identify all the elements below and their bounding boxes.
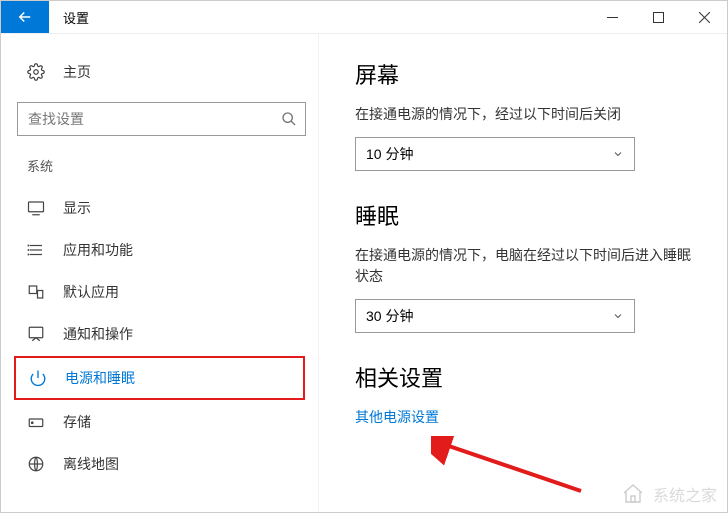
sidebar-group-label: 系统 [13, 150, 310, 187]
sidebar-item-offline-maps[interactable]: 离线地图 [13, 443, 310, 485]
search-icon [281, 111, 297, 127]
sidebar-item-label: 电源和睡眠 [65, 368, 135, 388]
default-apps-icon [27, 283, 45, 301]
sidebar-item-label: 默认应用 [63, 282, 119, 302]
titlebar: 设置 [1, 1, 727, 34]
search-input[interactable] [28, 111, 281, 127]
sidebar-home[interactable]: 主页 [13, 52, 310, 92]
maximize-icon [653, 12, 664, 23]
section-title-screen: 屏幕 [355, 58, 697, 90]
window-title: 设置 [49, 1, 89, 33]
chevron-down-icon [612, 310, 624, 322]
close-button[interactable] [681, 1, 727, 33]
watermark: 系统之家 [619, 482, 717, 506]
sidebar-item-default-apps[interactable]: 默认应用 [13, 271, 310, 313]
globe-icon [27, 455, 45, 473]
maximize-button[interactable] [635, 1, 681, 33]
sidebar-home-label: 主页 [63, 62, 91, 82]
storage-icon [27, 413, 45, 431]
screen-timeout-value: 10 分钟 [366, 144, 413, 164]
window-controls [589, 1, 727, 33]
sidebar-item-label: 离线地图 [63, 454, 119, 474]
sleep-desc: 在接通电源的情况下，电脑在经过以下时间后进入睡眠状态 [355, 245, 697, 287]
sidebar-item-display[interactable]: 显示 [13, 187, 310, 229]
sleep-timeout-value: 30 分钟 [366, 306, 413, 326]
sidebar-item-power-sleep[interactable]: 电源和睡眠 [15, 357, 304, 399]
minimize-icon [607, 12, 618, 23]
sidebar-item-storage[interactable]: 存储 [13, 401, 310, 443]
sidebar-item-label: 通知和操作 [63, 324, 133, 344]
close-icon [699, 12, 710, 23]
sidebar-item-apps[interactable]: 应用和功能 [13, 229, 310, 271]
minimize-button[interactable] [589, 1, 635, 33]
power-icon [29, 369, 47, 387]
sleep-timeout-select[interactable]: 30 分钟 [355, 299, 635, 333]
arrow-left-icon [16, 8, 34, 26]
watermark-text: 系统之家 [653, 482, 717, 506]
screen-desc: 在接通电源的情况下，经过以下时间后关闭 [355, 104, 697, 125]
additional-power-settings-link[interactable]: 其他电源设置 [355, 407, 697, 427]
house-icon [619, 482, 647, 506]
gear-icon [27, 63, 45, 81]
notification-icon [27, 325, 45, 343]
section-title-related: 相关设置 [355, 361, 697, 393]
sidebar: 主页 系统 显示 应用和功能 默认应用 [1, 34, 319, 512]
sidebar-item-label: 显示 [63, 198, 91, 218]
main-panel: 屏幕 在接通电源的情况下，经过以下时间后关闭 10 分钟 睡眠 在接通电源的情况… [319, 34, 727, 512]
monitor-icon [27, 199, 45, 217]
list-icon [27, 241, 45, 259]
titlebar-spacer [89, 1, 589, 33]
screen-timeout-select[interactable]: 10 分钟 [355, 137, 635, 171]
chevron-down-icon [612, 148, 624, 160]
sidebar-item-label: 存储 [63, 412, 91, 432]
sidebar-item-notifications[interactable]: 通知和操作 [13, 313, 310, 355]
back-button[interactable] [1, 1, 49, 33]
search-input-container[interactable] [17, 102, 306, 136]
sidebar-item-label: 应用和功能 [63, 240, 133, 260]
section-title-sleep: 睡眠 [355, 199, 697, 231]
